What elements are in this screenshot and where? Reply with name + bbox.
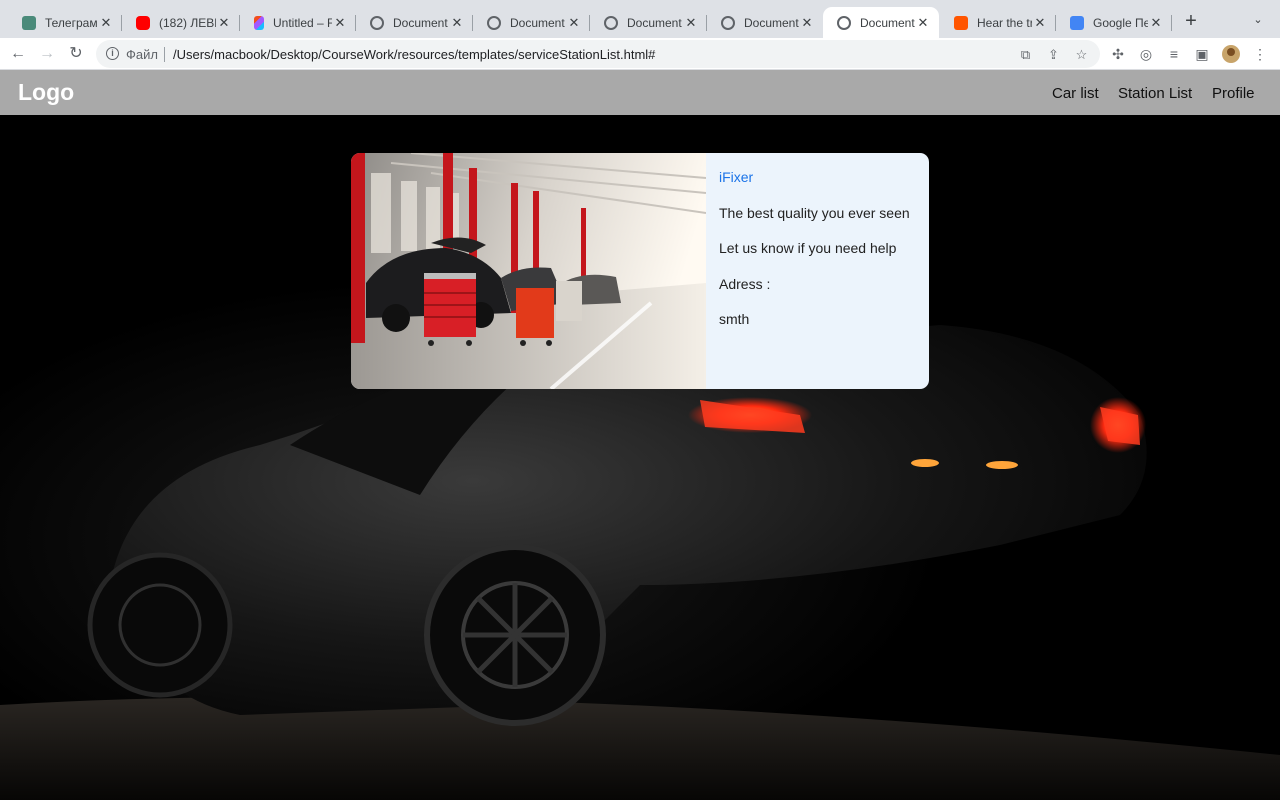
bookmark-star-icon[interactable]: ☆ (1074, 47, 1089, 62)
close-icon[interactable]: ✕ (449, 15, 465, 31)
address-bar[interactable]: i Файл /Users/macbook/Desktop/CourseWork… (96, 40, 1100, 68)
tab-strip: Телеграм-( ✕ (182) ЛЕВИ ✕ Untitled – F ✕… (0, 0, 1280, 38)
share-icon[interactable]: ⇪ (1046, 47, 1061, 62)
close-icon[interactable]: ✕ (98, 15, 114, 31)
tab-title: Document (744, 15, 799, 30)
google-translate-icon (1070, 15, 1084, 30)
close-icon[interactable]: ✕ (799, 15, 815, 31)
close-icon[interactable]: ✕ (216, 15, 232, 31)
profile-avatar[interactable] (1222, 45, 1240, 63)
tab-1[interactable]: (182) ЛЕВИ ✕ (122, 7, 240, 38)
new-tab-plus-icon[interactable]: + (1180, 11, 1202, 33)
tab-search-chevron-icon[interactable]: ⌄ (1250, 13, 1266, 29)
nav-link-profile[interactable]: Profile (1212, 85, 1255, 102)
tab-title: Document (393, 15, 448, 30)
tab-5[interactable]: Document ✕ (590, 7, 707, 38)
close-icon[interactable]: ✕ (915, 15, 931, 31)
tab-6[interactable]: Document ✕ (707, 7, 823, 38)
tab-title: Document (627, 15, 682, 30)
tab-4[interactable]: Document ✕ (473, 7, 590, 38)
garage-photo (351, 153, 706, 389)
chatgpt-icon (22, 15, 36, 30)
station-address-value: smth (719, 311, 750, 327)
figma-icon (254, 15, 264, 30)
service-station-card[interactable]: iFixer The best quality you ever seen Le… (351, 153, 929, 389)
tab-title: Document (860, 15, 915, 30)
nav-link-station-list[interactable]: Station List (1118, 85, 1192, 102)
reading-list-icon[interactable]: ≡ (1166, 46, 1182, 62)
station-name-link[interactable]: iFixer (719, 169, 753, 185)
tab-0[interactable]: Телеграм-( ✕ (8, 7, 122, 38)
back-arrow-icon[interactable]: ← (8, 44, 28, 64)
site-navbar: Logo Car list Station List Profile (0, 70, 1280, 115)
tab-title: Untitled – F (273, 15, 332, 30)
site-logo[interactable]: Logo (18, 79, 74, 106)
close-icon[interactable]: ✕ (566, 15, 582, 31)
nav-link-car-list[interactable]: Car list (1052, 85, 1099, 102)
station-address-label: Adress : (719, 276, 771, 292)
tab-3[interactable]: Document ✕ (356, 7, 473, 38)
globe-icon (487, 15, 501, 30)
globe-icon (604, 15, 618, 30)
globe-icon (370, 15, 384, 30)
close-icon[interactable]: ✕ (332, 15, 348, 31)
tab-9[interactable]: Google Пер ✕ (1056, 7, 1172, 38)
page-viewport: Logo Car list Station List Profile iFixe… (0, 70, 1280, 800)
extensions-puzzle-icon[interactable]: ✣ (1110, 46, 1126, 62)
tab-2[interactable]: Untitled – F ✕ (240, 7, 356, 38)
tab-title: Hear the tra (977, 15, 1032, 30)
close-icon[interactable]: ✕ (683, 15, 699, 31)
reload-icon[interactable]: ↻ (66, 44, 86, 64)
tab-title: Document (510, 15, 565, 30)
address-url[interactable]: /Users/macbook/Desktop/CourseWork/resour… (173, 47, 655, 62)
info-icon[interactable]: i (106, 47, 119, 60)
kebab-menu-icon[interactable]: ⋮ (1252, 46, 1268, 62)
performance-icon[interactable]: ◎ (1138, 46, 1154, 62)
translate-icon[interactable]: ⧉ (1018, 47, 1033, 62)
soundcloud-icon (954, 15, 968, 30)
close-icon[interactable]: ✕ (1032, 15, 1048, 31)
station-help-text: Let us know if you need help (719, 240, 897, 256)
browser-toolbar: ← → ↻ i Файл /Users/macbook/Desktop/Cour… (0, 38, 1280, 70)
globe-icon (721, 15, 735, 30)
forward-arrow-icon[interactable]: → (37, 44, 57, 64)
globe-icon (837, 15, 851, 30)
station-tagline: The best quality you ever seen (719, 205, 910, 221)
tab-title: Телеграм-( (45, 15, 98, 30)
address-divider (164, 47, 165, 62)
tab-separator (1171, 15, 1172, 31)
youtube-icon (136, 15, 150, 30)
tab-7-active[interactable]: Document ✕ (823, 7, 939, 38)
tab-title: Google Пер (1093, 15, 1148, 30)
tab-title: (182) ЛЕВИ (159, 15, 216, 30)
side-panel-icon[interactable]: ▣ (1194, 46, 1210, 62)
address-scheme-label: Файл (126, 47, 158, 62)
close-icon[interactable]: ✕ (1148, 15, 1164, 31)
tab-8[interactable]: Hear the tra ✕ (940, 7, 1056, 38)
